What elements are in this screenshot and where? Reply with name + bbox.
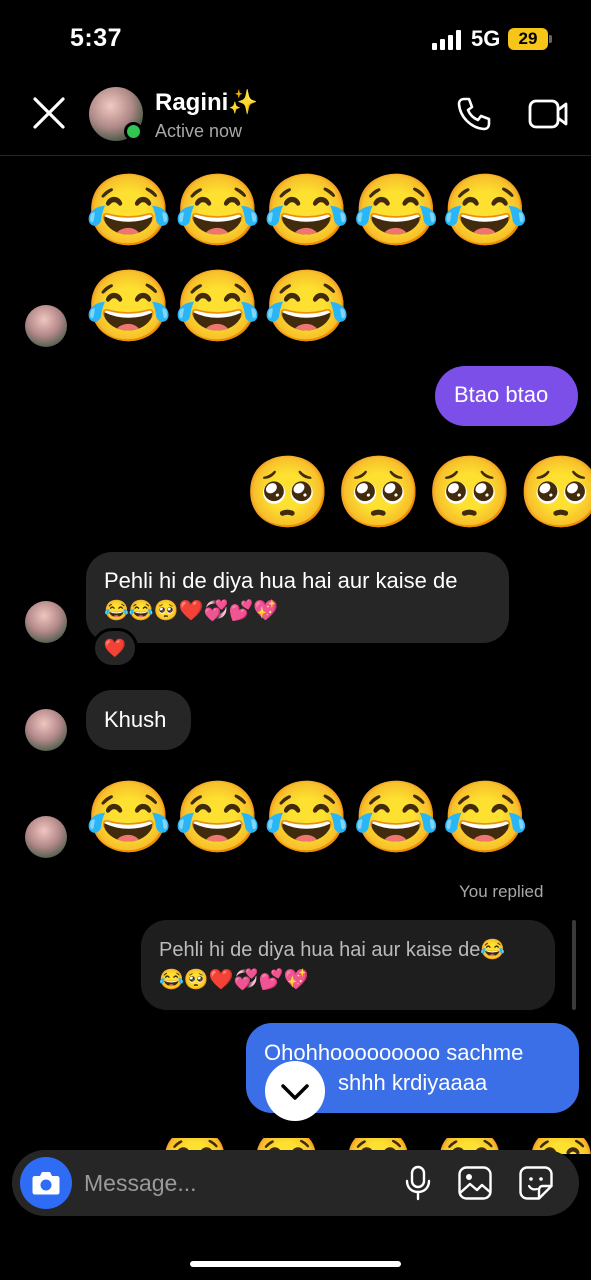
camera-icon: [32, 1172, 60, 1195]
microphone-icon[interactable]: [403, 1165, 433, 1201]
quoted-message-bubble[interactable]: Pehli hi de diya hua hai aur kaise de😂 😂…: [141, 920, 555, 1010]
battery-indicator: 29: [508, 28, 548, 50]
chevron-down-icon: [281, 1084, 309, 1100]
close-icon[interactable]: [30, 94, 68, 132]
incoming-message-bubble[interactable]: Pehli hi de diya hua hai aur kaise de 😂😂…: [86, 552, 509, 643]
signal-icon: [432, 30, 461, 50]
sender-avatar[interactable]: [25, 816, 67, 858]
status-bar: 5:37 5G 29: [0, 0, 591, 80]
outgoing-message-bubble[interactable]: Btao btao: [435, 366, 578, 426]
contact-name[interactable]: Ragini✨: [155, 88, 258, 117]
status-time: 5:37: [70, 24, 123, 52]
message-text: Btao btao: [454, 382, 549, 407]
incoming-emoji-message[interactable]: 😂😂😂😂😂: [85, 168, 531, 252]
video-camera-icon[interactable]: [527, 95, 569, 133]
home-indicator: [190, 1261, 401, 1267]
incoming-emoji-message[interactable]: 😂😂😂😂😂: [85, 775, 531, 859]
message-text: Pehli hi de diya hua hai aur kaise de: [104, 568, 458, 593]
incoming-emoji-message[interactable]: 😂😂😂: [85, 264, 352, 348]
contact-activity-status: Active now: [155, 121, 243, 141]
sender-avatar[interactable]: [25, 601, 67, 643]
incoming-message-bubble[interactable]: Khush: [86, 690, 191, 750]
network-type: 5G: [471, 26, 501, 51]
camera-button[interactable]: [20, 1157, 72, 1209]
image-icon[interactable]: [457, 1165, 493, 1201]
you-replied-label: You replied: [459, 882, 544, 901]
message-input[interactable]: [84, 1164, 384, 1202]
online-status-dot: [124, 122, 143, 141]
sender-avatar[interactable]: [25, 305, 67, 347]
message-emojis: 😂😂🥺❤️💞💕💖: [104, 600, 279, 622]
message-composer: [12, 1150, 579, 1216]
quoted-text: Pehli hi de diya hua hai aur kaise de😂: [159, 939, 506, 961]
quoted-emojis: 😂🥺❤️💞💕💖: [159, 969, 309, 991]
sender-avatar[interactable]: [25, 709, 67, 751]
scroll-to-bottom-button[interactable]: [265, 1061, 325, 1121]
sticker-icon[interactable]: [518, 1165, 554, 1201]
chat-header: Ragini✨ Active now: [0, 80, 591, 156]
battery-tip: [549, 35, 552, 43]
phone-icon[interactable]: [455, 95, 493, 133]
reply-indicator-bar: [572, 920, 576, 1010]
outgoing-emoji-message[interactable]: 🥺🥺🥺🥺: [244, 450, 591, 534]
message-text: Khush: [104, 707, 167, 732]
heart-reaction[interactable]: ❤️: [92, 628, 138, 668]
